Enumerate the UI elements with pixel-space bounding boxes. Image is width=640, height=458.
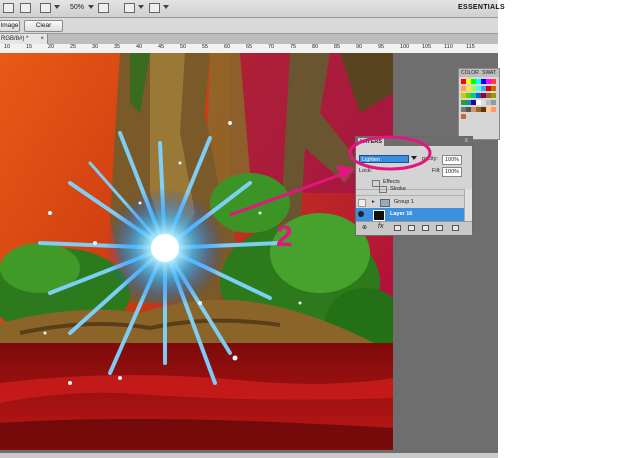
swatch-grid [461,79,497,121]
color-swatch[interactable] [491,86,496,91]
tab-swatches[interactable]: SWAT [482,70,496,76]
swatches-panel-tabs: COLOR SWAT [459,69,499,77]
swatches-panel: COLOR SWAT [458,68,500,140]
ruler-tick-label: 75 [290,44,297,50]
screen-mode-icon[interactable] [149,3,160,13]
ruler-tick-label: 65 [246,44,253,50]
ruler-tick-label: 55 [202,44,209,50]
image-button[interactable]: Image [0,20,20,32]
home-icon[interactable] [3,3,14,13]
ruler-tick-label: 35 [114,44,121,50]
status-bar [0,453,498,458]
color-swatch[interactable] [491,79,496,84]
add-mask-icon[interactable] [394,225,401,231]
new-group-icon[interactable] [422,225,429,231]
ruler-tick-label: 95 [378,44,385,50]
hand-tool-icon[interactable] [98,3,109,13]
ruler-tick-label: 25 [70,44,77,50]
ruler-tick-label: 60 [224,44,231,50]
ruler-tick-label: 70 [268,44,275,50]
workspace-switcher[interactable]: ESSENTIALS [458,4,505,11]
color-swatch[interactable] [491,107,496,112]
ruler-tick-label: 100 [400,44,410,50]
ruler-tick-label: 85 [334,44,341,50]
bridge-icon[interactable] [20,3,31,13]
ruler-tick-label: 10 [4,44,11,50]
ruler-tick-label: 115 [466,44,475,50]
document-tab-label: RGB/8#) * [1,36,29,42]
clear-button[interactable]: Clear [24,20,63,32]
folder-icon [380,199,390,207]
layer-16-row[interactable]: Layer 16 [356,208,464,222]
layer-thumbnail [373,210,385,221]
visibility-toggle[interactable] [358,199,366,207]
chevron-down-icon[interactable] [88,5,94,9]
options-bar: Image Clear [0,18,498,34]
ruler-tick-label: 105 [422,44,432,50]
ruler-tick-label: 90 [356,44,363,50]
layer-name: Layer 16 [390,211,413,217]
highlight-ellipse-annotation [348,135,432,171]
new-layer-icon[interactable] [436,225,443,231]
view-extras-icon[interactable] [40,3,51,13]
ruler-tick-label: 110 [444,44,453,50]
layer-name: Stroke [390,186,406,192]
tab-color[interactable]: COLOR [461,70,479,76]
panel-menu-icon[interactable]: ≡ [464,138,468,144]
color-swatch[interactable] [491,100,496,105]
ruler-tick-label: 20 [48,44,55,50]
document-canvas[interactable] [0,53,393,450]
application-bar: 50% ESSENTIALS [0,0,505,18]
opacity-field[interactable]: 100% [442,155,462,165]
document-tab-bar: RGB/8#) * × [0,34,498,44]
color-swatch[interactable] [491,93,496,98]
color-swatch[interactable] [461,114,466,119]
link-layers-icon[interactable]: ⊕ [362,224,367,231]
document-tab[interactable]: RGB/8#) * × [0,34,48,44]
chevron-down-icon[interactable] [138,5,144,9]
chevron-down-icon[interactable] [54,5,60,9]
effect-icon [379,186,387,193]
layers-panel-footer: ⊕ fx [356,221,472,235]
step-number-annotation: 2 [276,220,293,253]
close-icon[interactable]: × [40,34,44,44]
chevron-down-icon[interactable] [163,5,169,9]
adjustment-layer-icon[interactable] [408,225,415,231]
layers-scrollbar[interactable] [464,189,472,221]
arrange-documents-icon[interactable] [124,3,135,13]
ruler-tick-label: 30 [92,44,99,50]
ruler-tick-label: 50 [180,44,187,50]
layer-stroke-row[interactable]: Stroke [356,183,464,196]
fx-icon[interactable]: fx [378,223,383,230]
ruler-tick-label: 15 [26,44,33,50]
ruler-tick-label: 80 [312,44,319,50]
ruler-tick-label: 45 [158,44,165,50]
zoom-level[interactable]: 50% [70,4,84,11]
ruler-tick-label: 40 [136,44,143,50]
eye-icon[interactable] [358,211,364,217]
trash-icon[interactable] [452,225,459,231]
